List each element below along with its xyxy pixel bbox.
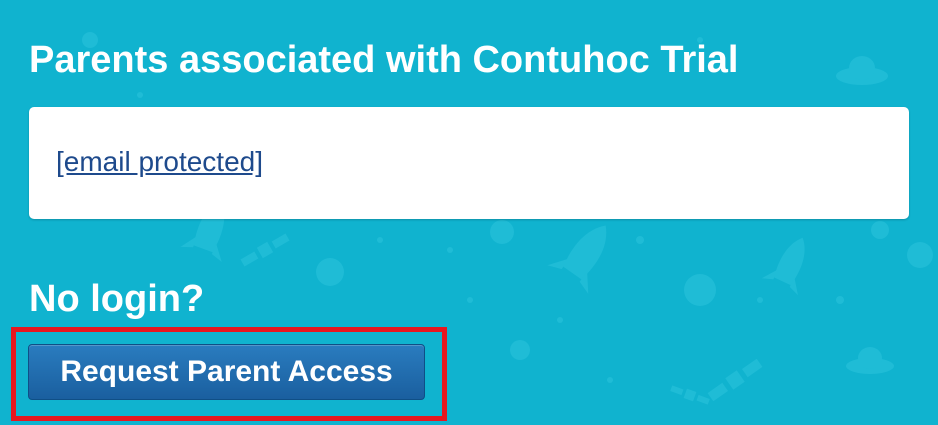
planet-icon xyxy=(510,340,530,360)
parent-email-link[interactable]: [email protected] xyxy=(56,145,263,179)
ufo-icon xyxy=(846,347,894,374)
request-parent-access-button[interactable]: Request Parent Access xyxy=(28,344,425,400)
ufo-icon xyxy=(836,56,888,85)
planet-icon xyxy=(907,242,933,268)
planet-icon xyxy=(684,274,716,306)
rocket-icon xyxy=(547,225,607,294)
no-login-heading: No login? xyxy=(29,278,205,320)
planet-icon xyxy=(871,221,889,239)
planet-icon xyxy=(490,220,514,244)
parents-list-card: [email protected] xyxy=(29,107,909,219)
rocket-icon xyxy=(761,237,805,296)
satellite-icon xyxy=(240,233,290,267)
page-title: Parents associated with Contuhoc Trial xyxy=(29,39,739,81)
satellite-icon xyxy=(707,358,763,402)
planet-icon xyxy=(316,258,344,286)
satellite-icon xyxy=(670,385,710,405)
